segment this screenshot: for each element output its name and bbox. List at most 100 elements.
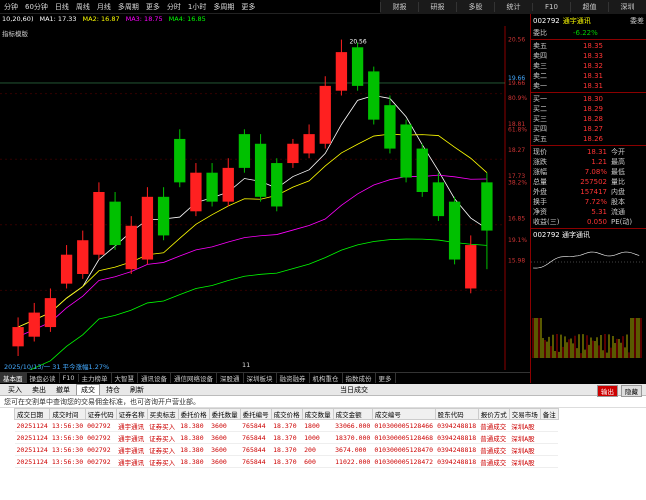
table-cell: 18.380 — [178, 431, 210, 444]
info-tab[interactable]: 指数成份 — [343, 373, 376, 383]
period-tab[interactable]: 1小时 — [186, 2, 208, 12]
column-header[interactable]: 委托价格 — [177, 408, 210, 420]
order-price: 18.30 — [582, 95, 603, 103]
hide-button[interactable]: 隐藏 — [621, 385, 642, 397]
column-header[interactable]: 买卖标志 — [146, 408, 179, 420]
table-row[interactable]: 20251124 13:56:30 002792 通宇通讯 证券买入 18.380 3600… — [14, 431, 559, 444]
table-cell: 通宇通讯 — [116, 455, 148, 468]
trade-tab[interactable]: 卖出 — [28, 385, 50, 395]
toolbar-button[interactable]: 研报 — [418, 2, 456, 12]
column-header[interactable]: 委托数量 — [208, 408, 241, 420]
table-row[interactable]: 20251124 13:56:30 002792 通宇通讯 证券买入 18.380 3600… — [14, 419, 559, 432]
table-cell: 普通成交 — [478, 431, 510, 444]
stat-label: 收益(三) — [533, 218, 560, 226]
cursor-price-label: 19.66 — [508, 75, 525, 82]
column-header[interactable]: 成交金额 — [332, 408, 373, 420]
column-header[interactable]: 成交价格 — [270, 408, 303, 420]
trade-tab[interactable]: 持仓 — [102, 385, 124, 395]
info-tab[interactable]: 大智慧 — [112, 373, 139, 383]
period-tab[interactable]: 日线 — [53, 2, 71, 12]
table-cell: 18.380 — [178, 455, 210, 468]
info-tab[interactable]: 深股通 — [217, 373, 244, 383]
table-cell: 0394248818 — [435, 419, 479, 432]
divider — [531, 228, 646, 229]
ratio-label: 委比 — [533, 29, 547, 37]
toolbar-button[interactable]: 统计 — [494, 2, 532, 12]
order-level-label: 卖三 — [533, 62, 547, 70]
stat-row: 涨幅 7.08% 最低 — [531, 167, 646, 177]
period-tab[interactable]: 月线 — [95, 2, 113, 12]
order-book-row[interactable]: 买二 18.29 — [531, 104, 646, 114]
info-tab[interactable]: 更多 — [376, 373, 396, 383]
trade-tab[interactable]: 刷新 — [126, 385, 148, 395]
period-tab[interactable]: 多周期 — [116, 2, 141, 12]
period-tab[interactable]: 60分钟 — [23, 2, 50, 12]
stat-label: 今开 — [611, 148, 625, 156]
toolbar-button[interactable]: 多股 — [456, 2, 494, 12]
toolbar-button[interactable]: 财报 — [380, 2, 418, 12]
column-header[interactable]: 成交编号 — [371, 408, 436, 420]
info-tab[interactable]: 机构重仓 — [310, 373, 343, 383]
order-book-row[interactable]: 买五 18.26 — [531, 134, 646, 144]
order-price: 18.31 — [582, 82, 603, 90]
column-header[interactable]: 成交时间 — [49, 408, 86, 420]
candle-body — [481, 182, 493, 231]
order-book-row[interactable]: 买四 18.27 — [531, 124, 646, 134]
top-right-toolbar: 财报 研报 多股 统计 F10 超值 深圳 — [380, 0, 646, 14]
mini-intraday-chart[interactable] — [531, 240, 645, 360]
candle-body — [271, 163, 283, 207]
divider — [531, 92, 646, 93]
candle-body — [319, 85, 331, 144]
order-book-row[interactable]: 卖一 18.31 — [531, 81, 646, 91]
table-row[interactable]: 20251124 13:56:30 002792 通宇通讯 证券买入 18.380 3600… — [14, 443, 559, 456]
info-tab[interactable]: 融资融券 — [277, 373, 310, 383]
order-book-row[interactable]: 买一 18.30 — [531, 94, 646, 104]
stat-label: 现价 — [533, 148, 547, 156]
table-row[interactable]: 20251124 13:56:30 002792 通宇通讯 证券买入 18.380 3600… — [14, 455, 559, 468]
stat-value: 7.08% — [584, 168, 607, 176]
column-header[interactable]: 委托编号 — [239, 408, 272, 420]
column-header[interactable]: 报价方式 — [477, 408, 510, 420]
order-book-row[interactable]: 买三 18.28 — [531, 114, 646, 124]
toolbar-button[interactable]: F10 — [532, 3, 570, 11]
column-header[interactable]: 证券代码 — [84, 408, 117, 420]
toolbar-button[interactable]: 深圳 — [608, 2, 646, 12]
stat-value: 157417 — [580, 188, 607, 196]
trade-tab[interactable]: 买入 — [4, 385, 26, 395]
period-tab[interactable]: 更多 — [239, 2, 257, 12]
period-tab[interactable]: 多周期 — [211, 2, 236, 12]
kline-chart[interactable]: 20.56 19.66 18.81 18.27 17.73 16.85 15.98 80.9%… — [0, 26, 530, 376]
column-header[interactable]: 成交数量 — [301, 408, 334, 420]
column-header[interactable]: 证券名称 — [115, 408, 148, 420]
period-tab[interactable]: 周线 — [74, 2, 92, 12]
table-cell: 3600 — [209, 443, 241, 456]
info-tab[interactable]: 深圳板块 — [244, 373, 277, 383]
column-header[interactable]: 成交日期 — [13, 408, 51, 420]
column-header[interactable]: 备注 — [539, 408, 559, 420]
trade-tab[interactable]: 撤单 — [52, 385, 74, 395]
info-tab[interactable]: 操盘必读 — [27, 373, 60, 383]
order-book-row[interactable]: 卖三 18.32 — [531, 61, 646, 71]
period-tab[interactable]: 分钟 — [2, 2, 20, 12]
order-book-row[interactable]: 卖五 18.35 — [531, 41, 646, 51]
candle-body — [44, 298, 57, 328]
info-tab[interactable]: 主力榜单 — [79, 373, 112, 383]
order-book-row[interactable]: 卖二 18.31 — [531, 71, 646, 81]
info-tab[interactable]: 通讯设备 — [138, 373, 172, 383]
toolbar-button[interactable]: 超值 — [570, 2, 608, 12]
stat-label: 股本 — [611, 198, 625, 206]
table-cell: 3674.000 — [333, 443, 373, 456]
period-tab[interactable]: 更多 — [144, 2, 162, 12]
info-tab[interactable]: 基本面 — [0, 373, 27, 383]
period-tab[interactable]: 分时 — [165, 2, 183, 12]
high-price-label: 20.56 — [350, 39, 367, 46]
info-tab[interactable]: 通信网络设备 — [171, 373, 218, 383]
info-tab[interactable]: F10 — [60, 374, 79, 382]
column-header[interactable]: 股东代码 — [434, 408, 479, 420]
export-button[interactable]: 输出 — [597, 385, 618, 397]
column-header[interactable]: 交易市场 — [508, 408, 541, 420]
trade-tab[interactable]: 成交 — [76, 384, 100, 395]
mini-bg — [531, 240, 645, 360]
candle-body — [77, 240, 89, 274]
order-book-row[interactable]: 卖四 18.33 — [531, 51, 646, 61]
